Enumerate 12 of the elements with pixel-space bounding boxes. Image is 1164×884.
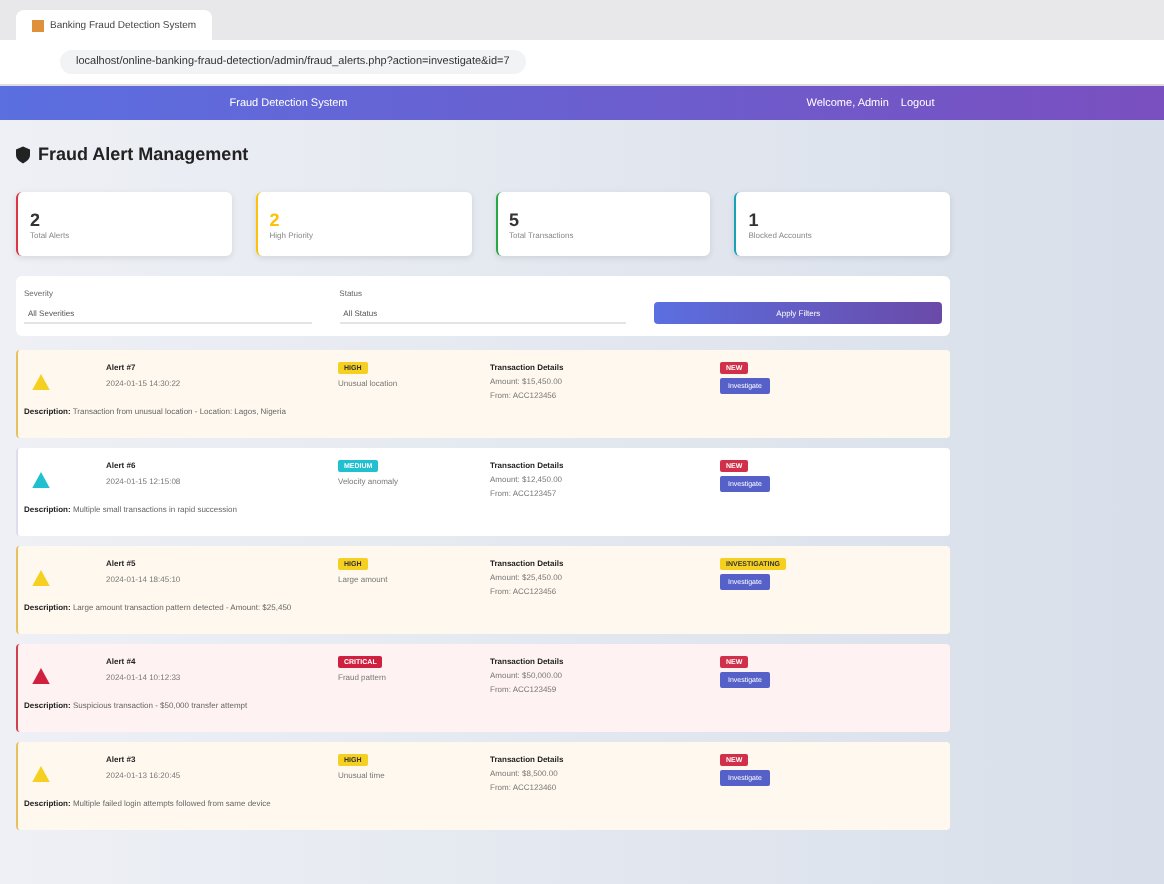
warning-icon xyxy=(32,766,50,782)
page-icon xyxy=(32,19,44,31)
stat-value: 1 xyxy=(748,209,761,229)
warning-icon xyxy=(32,472,50,488)
stat-value: 2 xyxy=(269,209,282,229)
page-title: Fraud Alert Management xyxy=(38,144,249,164)
warning-icon xyxy=(32,570,50,586)
stat-value: 5 xyxy=(509,209,522,229)
warning-icon xyxy=(32,668,50,684)
stat-value: 2 xyxy=(30,209,43,229)
warning-icon xyxy=(32,374,50,390)
shield-icon xyxy=(16,145,30,163)
